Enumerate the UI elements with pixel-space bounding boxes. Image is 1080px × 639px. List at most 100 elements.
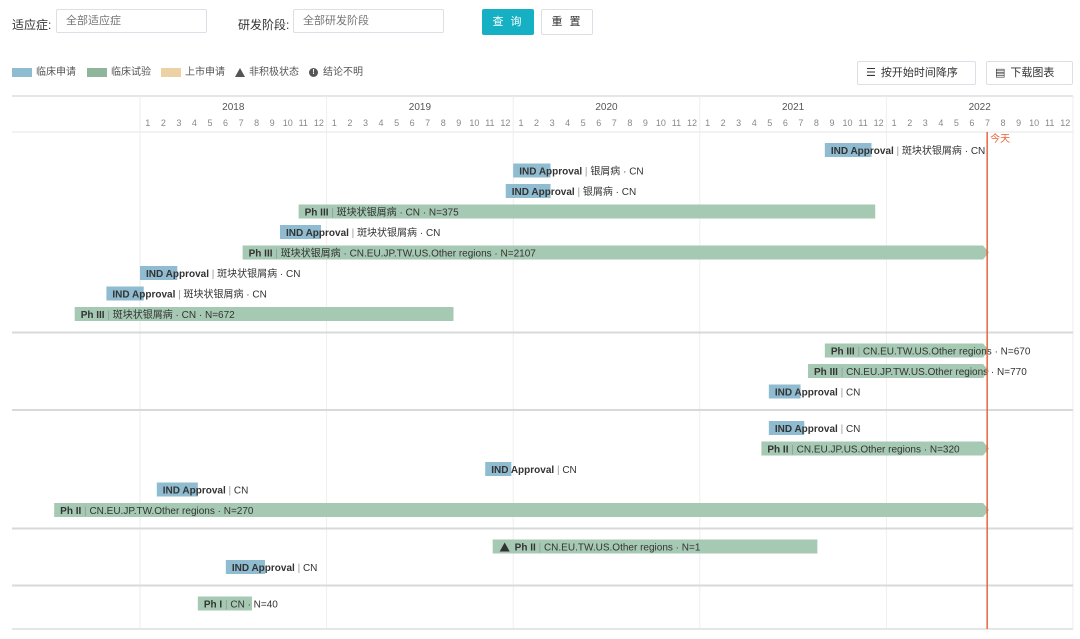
bar-label-detail: 斑块状银屑病 · CN · N=672 — [113, 308, 235, 321]
bar-label: IND Approval | 银屑病 · CN — [512, 185, 636, 198]
month-label: 3 — [923, 118, 928, 128]
month-label: 6 — [969, 118, 974, 128]
bar-label-detail: CN — [234, 486, 248, 497]
month-label: 3 — [363, 118, 368, 128]
month-label: 2 — [534, 118, 539, 128]
month-label: 1 — [145, 118, 150, 128]
month-label: 10 — [469, 118, 479, 128]
bar-label-detail: 斑块状银屑病 · CN · N=375 — [337, 206, 459, 219]
bar-label: Ph II | CN.EU.JP.TW.Other regions · N=27… — [60, 506, 254, 517]
month-label: 7 — [612, 118, 617, 128]
month-label: 9 — [829, 118, 834, 128]
bar-label-detail: 银屑病 · CN — [590, 165, 643, 178]
month-label: 4 — [752, 118, 757, 128]
bar-label-phase: IND Approval — [491, 465, 554, 476]
bar-label-detail: 斑块状银屑病 · CN.EU.JP.TW.US.Other regions · … — [281, 247, 537, 260]
month-label: 6 — [596, 118, 601, 128]
year-label: 2022 — [969, 102, 992, 113]
bar-label-separator: | — [329, 208, 337, 219]
year-label: 2019 — [409, 102, 432, 113]
bar-label-separator: | — [838, 388, 846, 399]
bar-label-detail: CN — [303, 563, 317, 574]
bar-label-separator: | — [81, 506, 89, 517]
bar-label: Ph III | 斑块状银屑病 · CN · N=375 — [305, 206, 459, 219]
bar-label-separator: | — [222, 600, 230, 611]
bar-label: IND Approval | 银屑病 · CN — [519, 165, 643, 178]
bar-label-detail: 斑块状银屑病 · CN — [217, 267, 300, 280]
bar-label-phase: Ph III — [305, 208, 329, 219]
bar-label-phase: IND Approval — [286, 228, 349, 239]
bar-label-phase: IND Approval — [163, 486, 226, 497]
month-label: 3 — [550, 118, 555, 128]
month-label: 11 — [1045, 118, 1054, 128]
month-label: 6 — [410, 118, 415, 128]
month-label: 6 — [223, 118, 228, 128]
month-label: 7 — [425, 118, 430, 128]
bar-label-phase: Ph III — [81, 310, 105, 321]
month-label: 1 — [705, 118, 710, 128]
month-label: 4 — [565, 118, 570, 128]
month-label: 10 — [283, 118, 293, 128]
month-label: 12 — [1060, 118, 1070, 128]
month-label: 1 — [332, 118, 337, 128]
bar-label-separator: | — [536, 543, 544, 554]
bar-label: Ph III | 斑块状银屑病 · CN · N=672 — [81, 308, 235, 321]
bar-label-separator: | — [105, 310, 113, 321]
bar-label-phase: IND Approval — [519, 167, 582, 178]
month-label: 8 — [254, 118, 259, 128]
bar-label-detail: 银屑病 · CN — [583, 185, 636, 198]
month-label: 2 — [907, 118, 912, 128]
month-label: 10 — [1029, 118, 1039, 128]
bar-label: IND Approval | 斑块状银屑病 · CN — [112, 288, 266, 301]
month-label: 9 — [643, 118, 648, 128]
bar-label-separator: | — [855, 347, 863, 358]
month-label: 5 — [394, 118, 399, 128]
bar-label-detail: 斑块状银屑病 · CN — [357, 226, 440, 239]
bar-label-separator: | — [349, 228, 357, 239]
bar-label-phase: Ph I — [204, 600, 223, 611]
bar-label: IND Approval | 斑块状银屑病 · CN — [831, 144, 985, 157]
bar-label: IND Approval | CN — [491, 465, 577, 476]
bar-label: IND Approval | CN — [232, 563, 318, 574]
bar-label: IND Approval | 斑块状银屑病 · CN — [146, 267, 300, 280]
month-label: 2 — [347, 118, 352, 128]
bar-label-detail: CN.EU.JP.TW.Other regions · N=270 — [89, 506, 253, 517]
bar-label-detail: CN — [846, 388, 860, 399]
month-label: 8 — [814, 118, 819, 128]
month-label: 4 — [192, 118, 197, 128]
bar-label-phase: IND Approval — [831, 146, 894, 157]
gantt-chart: 20181 2 3 4 5 6 7 8 9 10 11 1220191 2 3 4 5 6 7 8 9 10 11 1220… — [12, 95, 1074, 630]
bar-label-separator: | — [295, 563, 303, 574]
month-label: 5 — [767, 118, 772, 128]
timeline-header — [12, 96, 1073, 116]
month-label: 8 — [1001, 118, 1006, 128]
bar-label-separator: | — [582, 167, 590, 178]
month-label: 4 — [379, 118, 384, 128]
month-label: 7 — [798, 118, 803, 128]
month-label: 7 — [985, 118, 990, 128]
bar-label-phase: IND Approval — [775, 424, 838, 435]
month-label: 9 — [456, 118, 461, 128]
bar-label: Ph III | 斑块状银屑病 · CN.EU.JP.TW.US.Other r… — [249, 247, 537, 260]
year-label: 2020 — [595, 102, 618, 113]
month-label: 9 — [270, 118, 275, 128]
bar-label-separator: | — [838, 367, 846, 378]
bar-label-separator: | — [226, 486, 234, 497]
month-label: 5 — [581, 118, 586, 128]
bar-label: IND Approval | CN — [775, 424, 861, 435]
bar-label: IND Approval | CN — [163, 486, 249, 497]
month-label: 1 — [518, 118, 523, 128]
bar-label-detail: CN — [562, 465, 576, 476]
bar-label-phase: IND Approval — [146, 269, 209, 280]
year-label: 2021 — [782, 102, 805, 113]
month-label: 4 — [938, 118, 943, 128]
bar-label: IND Approval | 斑块状银屑病 · CN — [286, 226, 440, 239]
bar-label-separator: | — [209, 269, 217, 280]
month-label: 3 — [176, 118, 181, 128]
bar-label: Ph II | CN.EU.JP.US.Other regions · N=32… — [767, 445, 960, 456]
bar-label-phase: Ph II — [767, 445, 788, 456]
bar-label: Ph I | CN · N=40 — [204, 600, 278, 611]
bar-label-separator: | — [554, 465, 562, 476]
month-label: 2 — [161, 118, 166, 128]
year-label: 2018 — [222, 102, 245, 113]
